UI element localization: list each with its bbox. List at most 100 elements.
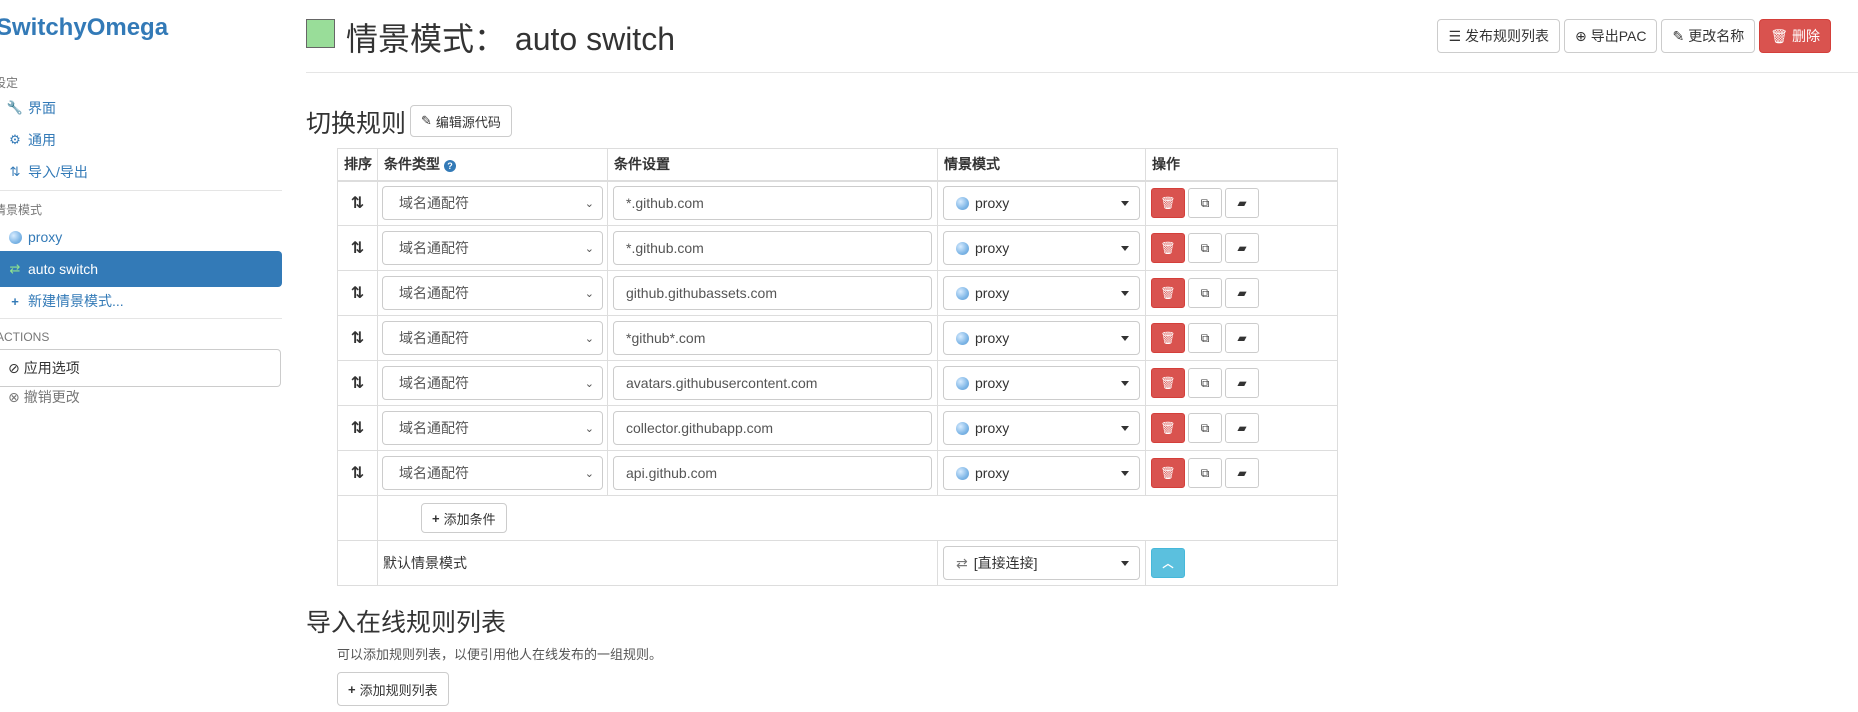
sidebar-item-general[interactable]: ⚙ 通用 — [0, 122, 282, 158]
note-rule-button[interactable]: ▰ — [1225, 413, 1259, 443]
online-section-title: 导入在线规则列表 — [306, 609, 507, 637]
settings-header: 设定 — [0, 76, 19, 90]
note-rule-button[interactable]: ▰ — [1225, 278, 1259, 308]
sort-handle-icon[interactable]: ⇅ — [351, 240, 364, 257]
note-rule-button[interactable]: ▰ — [1225, 368, 1259, 398]
condition-type-select[interactable]: 域名通配符 ⌄ — [382, 456, 603, 490]
delete-rule-button[interactable]: 🗑 — [1151, 278, 1185, 308]
sidebar-item-label: 导入/导出 — [28, 164, 88, 180]
profiles-header: 情景模式 — [0, 203, 43, 217]
condition-type-select[interactable]: 域名通配符 ⌄ — [382, 231, 603, 265]
sort-handle-icon[interactable]: ⇅ — [351, 465, 364, 482]
condition-type-select[interactable]: 域名通配符 ⌄ — [382, 186, 603, 221]
note-rule-button[interactable]: ▰ — [1225, 323, 1259, 353]
online-section-note: 可以添加规则列表，以便引用他人在线发布的一组规则。 — [337, 647, 663, 662]
discard-changes-link[interactable]: ⊗ 撤销更改 — [0, 382, 80, 412]
note-rule-button[interactable]: ▰ — [1225, 233, 1259, 263]
sort-handle-icon[interactable]: ⇅ — [351, 195, 364, 212]
comment-icon: ▰ — [1237, 376, 1247, 390]
condition-pattern-input[interactable]: *.github.com — [613, 186, 932, 221]
chevron-down-icon: ⌄ — [584, 422, 594, 435]
copy-icon: ⧉ — [1200, 420, 1210, 435]
delete-rule-button[interactable]: 🗑 — [1151, 413, 1185, 443]
trash-icon: 🗑 — [1160, 466, 1176, 480]
note-rule-button[interactable]: ▰ — [1225, 458, 1259, 488]
chevron-down-icon: ⌄ — [584, 197, 594, 210]
col-profile: 情景模式 — [937, 148, 1146, 182]
copy-icon: ⧉ — [1200, 375, 1210, 390]
copy-icon: ⧉ — [1200, 465, 1210, 480]
rule-profile-select[interactable]: proxy — [943, 321, 1140, 355]
condition-pattern-input[interactable]: api.github.com — [613, 456, 932, 490]
sidebar-item-label: auto switch — [28, 261, 99, 277]
condition-type-select[interactable]: 域名通配符 ⌄ — [382, 366, 603, 400]
sidebar-item-label: 通用 — [28, 132, 56, 148]
rule-profile-select[interactable]: proxy — [943, 366, 1140, 400]
edit-source-button[interactable]: ✎ 编辑源代码 — [410, 105, 512, 137]
trash-icon: 🗑 — [1770, 27, 1788, 44]
condition-pattern-input[interactable]: avatars.githubusercontent.com — [613, 366, 932, 400]
rename-button[interactable]: ✎ 更改名称 — [1661, 19, 1756, 53]
sidebar-item-interface[interactable]: 🔧 界面 — [0, 90, 282, 126]
condition-pattern-input[interactable]: *github*.com — [613, 321, 932, 355]
condition-pattern-input[interactable]: github.githubassets.com — [613, 276, 932, 310]
caret-icon — [1121, 335, 1129, 341]
sort-handle-icon[interactable]: ⇅ — [351, 420, 364, 437]
globe-icon — [956, 196, 969, 210]
sort-handle-icon[interactable]: ⇅ — [351, 330, 364, 347]
default-profile-label: 默认情景模式 — [383, 555, 467, 571]
edit-icon: ✎ — [1672, 27, 1685, 44]
sidebar-item-proxy[interactable]: proxy — [0, 219, 282, 255]
delete-rule-button[interactable]: 🗑 — [1151, 458, 1185, 488]
delete-rule-button[interactable]: 🗑 — [1151, 323, 1185, 353]
rule-profile-select[interactable]: proxy — [943, 231, 1140, 265]
add-condition-button[interactable]: + 添加条件 — [421, 503, 507, 533]
clone-rule-button[interactable]: ⧉ — [1188, 188, 1222, 219]
sidebar-item-new-profile[interactable]: + 新建情景模式... — [0, 283, 282, 319]
list-icon: ☰ — [1448, 27, 1461, 44]
delete-profile-button[interactable]: 🗑 删除 — [1759, 19, 1831, 53]
clone-rule-button[interactable]: ⧉ — [1188, 368, 1222, 398]
delete-rule-button[interactable]: 🗑 — [1151, 368, 1185, 398]
condition-type-select[interactable]: 域名通配符 ⌄ — [382, 321, 603, 355]
caret-icon — [1121, 560, 1129, 566]
rule-profile-select[interactable]: proxy — [943, 276, 1140, 310]
default-profile-select[interactable]: ⇄ [直接连接] — [943, 546, 1140, 580]
rules-section-title: 切换规则 — [306, 110, 407, 138]
rule-profile-select[interactable]: proxy — [943, 186, 1140, 221]
rule-profile-select[interactable]: proxy — [943, 411, 1140, 445]
condition-type-select[interactable]: 域名通配符 ⌄ — [382, 276, 603, 310]
condition-pattern-input[interactable]: *.github.com — [613, 231, 932, 265]
collapse-button[interactable]: ︿ — [1151, 548, 1185, 578]
sidebar-item-auto-switch[interactable]: ⇄ auto switch — [0, 251, 282, 287]
delete-rule-button[interactable]: 🗑 — [1151, 188, 1185, 219]
chevron-up-icon: ︿ — [1162, 558, 1174, 570]
export-pac-button[interactable]: ⊕ 导出PAC — [1564, 19, 1658, 53]
publish-rules-button[interactable]: ☰ 发布规则列表 — [1437, 19, 1560, 53]
clone-rule-button[interactable]: ⧉ — [1188, 413, 1222, 443]
add-rule-list-button[interactable]: + 添加规则列表 — [337, 672, 449, 706]
sort-handle-icon[interactable]: ⇅ — [351, 375, 364, 392]
rule-profile-select[interactable]: proxy — [943, 456, 1140, 490]
col-sort: 排序 — [337, 148, 378, 182]
clone-rule-button[interactable]: ⧉ — [1188, 323, 1222, 353]
note-rule-button[interactable]: ▰ — [1225, 188, 1259, 219]
profile-color-swatch — [306, 19, 335, 48]
condition-type-select[interactable]: 域名通配符 ⌄ — [382, 411, 603, 445]
sort-handle-icon[interactable]: ⇅ — [351, 285, 364, 302]
caret-icon — [1121, 290, 1129, 296]
actions-header: ACTIONS — [0, 330, 50, 344]
clone-rule-button[interactable]: ⧉ — [1188, 458, 1222, 488]
chevron-down-icon: ⌄ — [584, 467, 594, 480]
copy-icon: ⧉ — [1200, 285, 1210, 300]
clone-rule-button[interactable]: ⧉ — [1188, 278, 1222, 308]
add-condition-row: + 添加条件 — [337, 495, 1338, 541]
globe-icon — [956, 376, 969, 390]
clone-rule-button[interactable]: ⧉ — [1188, 233, 1222, 263]
condition-pattern-input[interactable]: collector.githubapp.com — [613, 411, 932, 445]
help-icon[interactable]: ? — [444, 159, 456, 172]
plus-icon: + — [348, 681, 356, 697]
sidebar-item-import-export[interactable]: ⇅ 导入/导出 — [0, 154, 282, 190]
delete-rule-button[interactable]: 🗑 — [1151, 233, 1185, 263]
brand-logo: SwitchyOmega — [0, 14, 169, 41]
